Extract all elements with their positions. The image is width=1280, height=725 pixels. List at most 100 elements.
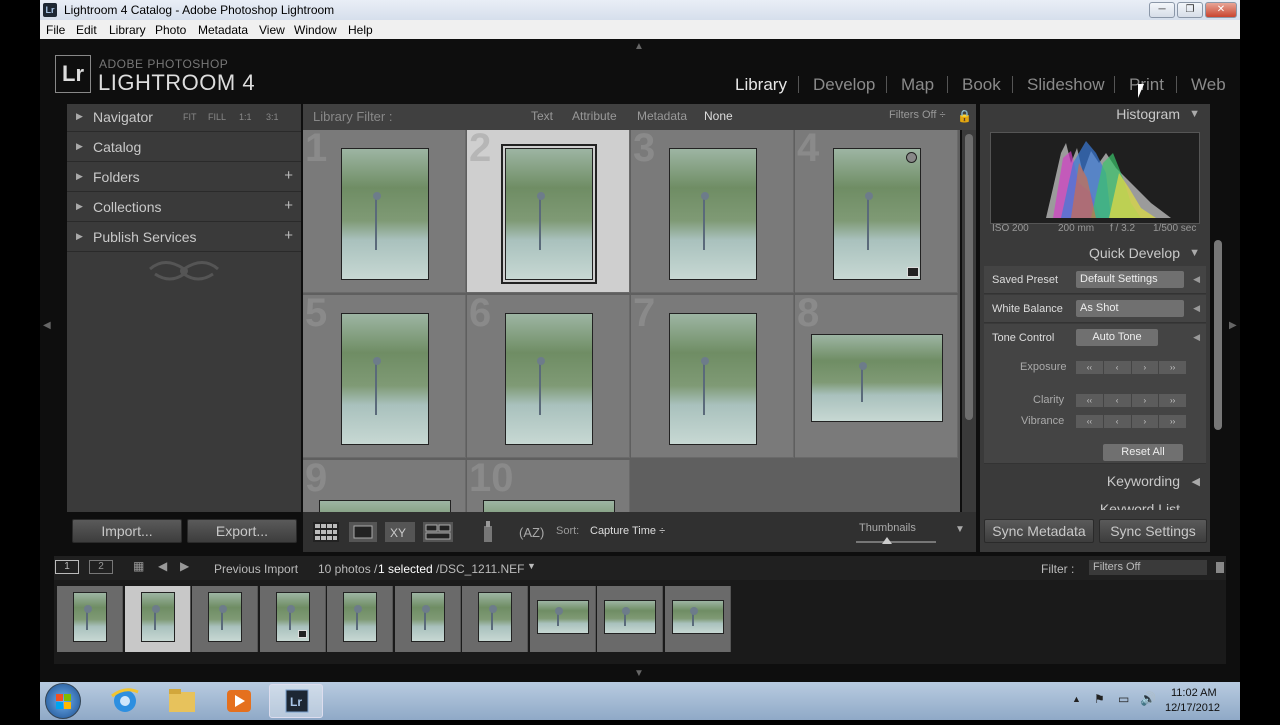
sort-dropdown[interactable]: Capture Time ÷	[590, 525, 665, 537]
thumbnail-size-slider[interactable]	[856, 537, 936, 544]
grid-cell[interactable]: 4	[795, 130, 958, 293]
primary-window-button[interactable]: 1	[55, 560, 79, 574]
file-explorer-icon[interactable]	[155, 684, 209, 718]
grid-cell[interactable]: 5	[303, 291, 466, 458]
volume-icon[interactable]: 🔊	[1140, 691, 1156, 707]
nav-option-1to1[interactable]: 1:1	[239, 112, 252, 122]
back-arrow-icon[interactable]: ◀	[158, 559, 167, 573]
grid-cell[interactable]: 8	[795, 291, 958, 458]
scroll-thumb[interactable]	[965, 134, 973, 420]
compare-view-icon[interactable]: XY	[385, 522, 415, 542]
panel-collections[interactable]: ▶ Collections +	[67, 194, 301, 222]
white-balance-dropdown[interactable]: As Shot	[1076, 300, 1184, 317]
clarity-stepper[interactable]: ‹‹ ‹ › ››	[1076, 394, 1186, 407]
module-map[interactable]: Map	[901, 75, 934, 95]
menu-help[interactable]: Help	[348, 23, 373, 37]
nav-option-fill[interactable]: FILL	[208, 112, 226, 122]
virtual-copy-badge-icon[interactable]	[907, 267, 919, 277]
right-panel-scrollbar[interactable]	[1214, 240, 1222, 430]
show-hidden-icons[interactable]: ▲	[1072, 694, 1081, 704]
photo-thumbnail[interactable]	[833, 148, 921, 280]
expand-left-triangle-icon[interactable]: ◀	[1193, 303, 1200, 314]
quick-develop-header[interactable]: Quick Develop	[980, 245, 1210, 261]
panel-folders[interactable]: ▶ Folders +	[67, 164, 301, 192]
exposure-stepper[interactable]: ‹‹ ‹ › ››	[1076, 361, 1186, 374]
grid-cell[interactable]: 1	[303, 130, 466, 293]
photo-thumbnail[interactable]	[669, 148, 757, 280]
action-center-flag-icon[interactable]: ⚑	[1094, 692, 1105, 706]
close-button[interactable]: ✕	[1205, 2, 1237, 18]
photo-thumbnail[interactable]	[319, 500, 451, 512]
grid-cell[interactable]: 9	[303, 456, 466, 512]
loupe-view-icon[interactable]	[349, 522, 377, 542]
keywording-header[interactable]: Keywording	[980, 473, 1210, 489]
nav-option-3to1[interactable]: 3:1	[266, 112, 279, 122]
navigator-header[interactable]: ▶ Navigator FIT FILL 1:1 3:1	[67, 104, 301, 132]
filter-text[interactable]: Text	[531, 109, 553, 123]
minimize-button[interactable]: ─	[1149, 2, 1175, 18]
menu-file[interactable]: File	[46, 23, 65, 37]
expand-left-triangle-icon[interactable]: ◀	[1193, 274, 1200, 285]
media-player-icon[interactable]	[212, 684, 266, 718]
filmstrip-thumb[interactable]	[57, 586, 123, 652]
start-button[interactable]	[45, 683, 81, 719]
import-button[interactable]: Import...	[72, 519, 182, 543]
module-print[interactable]: Print	[1129, 75, 1164, 95]
filmstrip-thumb[interactable]	[597, 586, 663, 652]
vibrance-stepper[interactable]: ‹‹ ‹ › ››	[1076, 415, 1186, 428]
lightroom-taskbar-icon[interactable]: Lr	[269, 684, 323, 718]
survey-view-icon[interactable]	[423, 522, 453, 542]
filmstrip-thumb[interactable]	[259, 586, 326, 652]
toolbar-menu-icon[interactable]: ▼	[955, 524, 965, 535]
filter-metadata[interactable]: Metadata	[637, 109, 687, 123]
histogram-header[interactable]: Histogram	[980, 106, 1210, 122]
forward-arrow-icon[interactable]: ▶	[180, 559, 189, 573]
filmstrip-thumb[interactable]	[462, 586, 528, 652]
menu-metadata[interactable]: Metadata	[198, 23, 248, 37]
grid-view-icon[interactable]	[313, 522, 339, 542]
grid-cell[interactable]: 3	[631, 130, 794, 293]
expand-left-triangle-icon[interactable]: ◀	[1193, 332, 1200, 343]
module-library[interactable]: Library	[735, 75, 787, 95]
collapse-bottom-icon[interactable]: ▼	[634, 668, 644, 679]
photo-thumbnail[interactable]	[505, 313, 593, 445]
filter-attribute[interactable]: Attribute	[572, 109, 617, 123]
restore-button[interactable]: ❐	[1177, 2, 1203, 18]
network-icon[interactable]: ▭	[1118, 692, 1129, 706]
filmstrip-thumb[interactable]	[124, 586, 191, 652]
expand-left-triangle-icon[interactable]: ◀	[1192, 475, 1200, 488]
photo-thumbnail[interactable]	[341, 313, 429, 445]
export-button[interactable]: Export...	[187, 519, 297, 543]
reset-all-button[interactable]: Reset All	[1103, 444, 1183, 461]
filmstrip-source[interactable]: Previous Import	[214, 562, 298, 576]
add-publish-service-button[interactable]: +	[284, 227, 293, 244]
current-filename[interactable]: /DSC_1211.NEF	[436, 562, 524, 576]
menu-view[interactable]: View	[259, 23, 285, 37]
grid-view-icon[interactable]: ▦	[133, 559, 144, 573]
grid-cell[interactable]: 7	[631, 291, 794, 458]
module-develop[interactable]: Develop	[813, 75, 875, 95]
add-collection-button[interactable]: +	[284, 197, 293, 214]
lock-icon[interactable]: 🔒	[957, 109, 972, 123]
collapse-triangle-icon[interactable]: ▼	[1189, 108, 1200, 120]
grid-cell[interactable]: 2	[467, 130, 630, 293]
filename-dropdown-icon[interactable]: ▼	[527, 561, 536, 571]
filters-off-dropdown[interactable]: Filters Off ÷	[889, 109, 946, 121]
metadata-badge-icon[interactable]	[906, 152, 917, 163]
collapse-left-icon[interactable]: ◀	[43, 320, 51, 331]
filmstrip-filter-dropdown[interactable]: Filters Off	[1089, 560, 1207, 575]
menu-window[interactable]: Window	[294, 23, 337, 37]
filmstrip-thumb[interactable]	[192, 586, 258, 652]
photo-thumbnail[interactable]	[483, 500, 615, 512]
keyword-list-header-partial[interactable]: Keyword List	[980, 500, 1210, 510]
grid-cell[interactable]: 10	[467, 456, 630, 512]
photo-thumbnail[interactable]	[501, 144, 597, 284]
photo-thumbnail[interactable]	[341, 148, 429, 280]
module-book[interactable]: Book	[962, 75, 1001, 95]
sort-direction-icon[interactable]: (AZ)	[517, 521, 551, 543]
filmstrip-thumb[interactable]	[394, 586, 461, 652]
module-slideshow[interactable]: Slideshow	[1027, 75, 1105, 95]
photo-thumbnail[interactable]	[669, 313, 757, 445]
sync-settings-button[interactable]: Sync Settings	[1099, 519, 1207, 543]
filmstrip-thumb[interactable]	[529, 586, 596, 652]
